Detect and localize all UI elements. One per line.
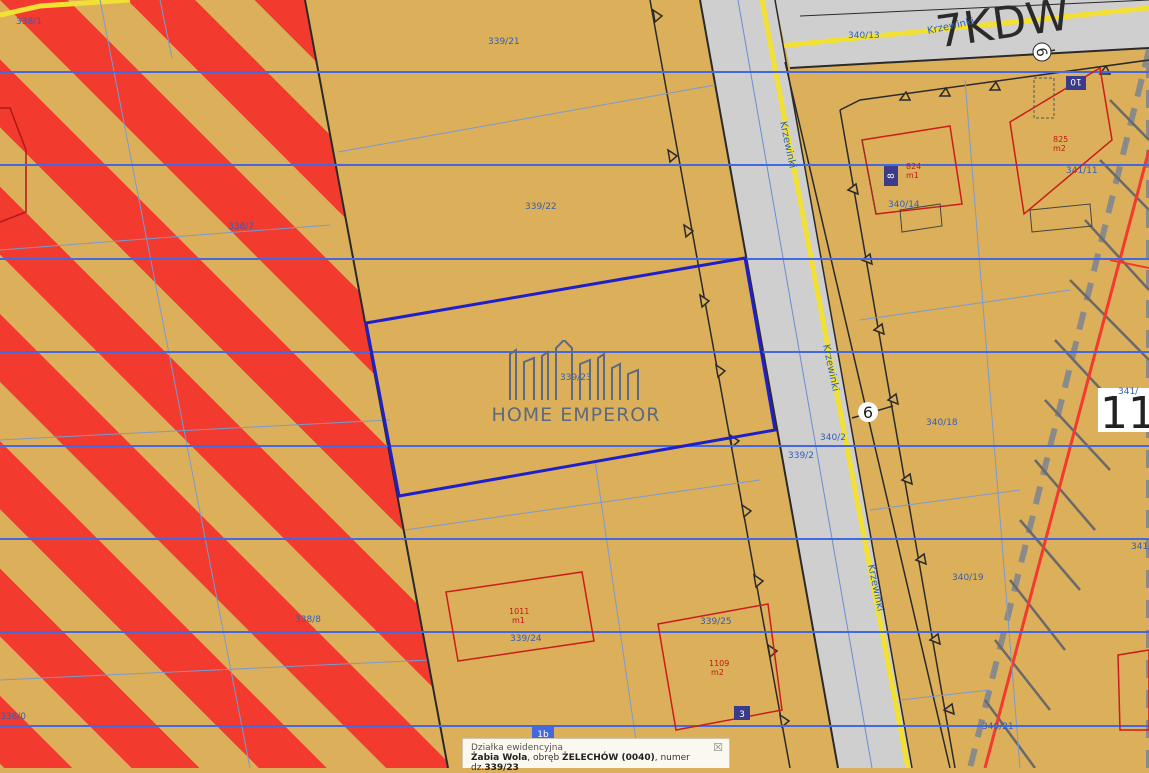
address-badge-3-text: 3 — [739, 710, 745, 720]
parcel-label-340-14: 340/14 — [888, 200, 920, 210]
svg-text:6: 6 — [863, 403, 873, 422]
building-824-type: m1 — [906, 171, 919, 180]
close-icon[interactable]: ☒ — [713, 741, 723, 754]
parcel-label-341-11: 341/11 — [1066, 166, 1098, 176]
building-824-number: 824 — [906, 162, 921, 171]
building-825-number: 825 — [1053, 135, 1068, 144]
parcel-label-338-0: 338/0 — [0, 712, 26, 722]
popup-place: Żabia Wola — [471, 753, 528, 763]
parcel-label-341-y: 341/ — [1131, 542, 1149, 552]
watermark-text: HOME EMPEROR — [491, 404, 661, 426]
parcel-label-339-25: 339/25 — [700, 617, 732, 627]
popup-precinct-prefix: , obręb — [527, 753, 563, 763]
building-1109-number: 1109 — [709, 659, 729, 668]
building-1011-type: m1 — [512, 616, 525, 625]
building-1011-number: 1011 — [509, 607, 529, 616]
popup-details: Żabia Wola, obręb ŻELECHÓW (0040), numer… — [471, 753, 721, 773]
parcel-label-338-7: 338/7 — [228, 222, 254, 232]
building-1109-type: m2 — [711, 668, 724, 677]
parcel-label-340-2: 340/2 — [820, 433, 846, 443]
popup-precinct: ŻELECHÓW (0040) — [562, 753, 655, 763]
address-badge-8-text: 8 — [887, 173, 897, 179]
parcel-label-340-21: 340/21 — [982, 722, 1014, 732]
popup-number: 339/23 — [484, 763, 519, 773]
parcel-label-338-8: 338/8 — [295, 615, 321, 625]
parcel-label-341-x: 341/ — [1118, 387, 1139, 397]
parcel-info-popup: Działka ewidencyjna Żabia Wola, obręb ŻE… — [462, 738, 730, 773]
parcel-label-339-2: 339/2 — [788, 451, 814, 461]
parcel-label-340-18: 340/18 — [926, 418, 958, 428]
address-badge-10-text: 10 — [1070, 76, 1082, 86]
watermark-logo: HOME EMPEROR — [486, 338, 666, 426]
parcel-label-338-1: 338/1 — [16, 17, 42, 27]
parcel-label-340-13: 340/13 — [848, 31, 880, 41]
parcel-label-340-19: 340/19 — [952, 573, 984, 583]
building-825-type: m2 — [1053, 144, 1066, 153]
popup-title: Działka ewidencyjna — [471, 743, 564, 753]
parcel-label-339-21: 339/21 — [488, 37, 520, 47]
parcel-label-339-22: 339/22 — [525, 202, 557, 212]
parcel-label-339-24: 339/24 — [510, 634, 542, 644]
skyline-icon — [509, 338, 639, 400]
